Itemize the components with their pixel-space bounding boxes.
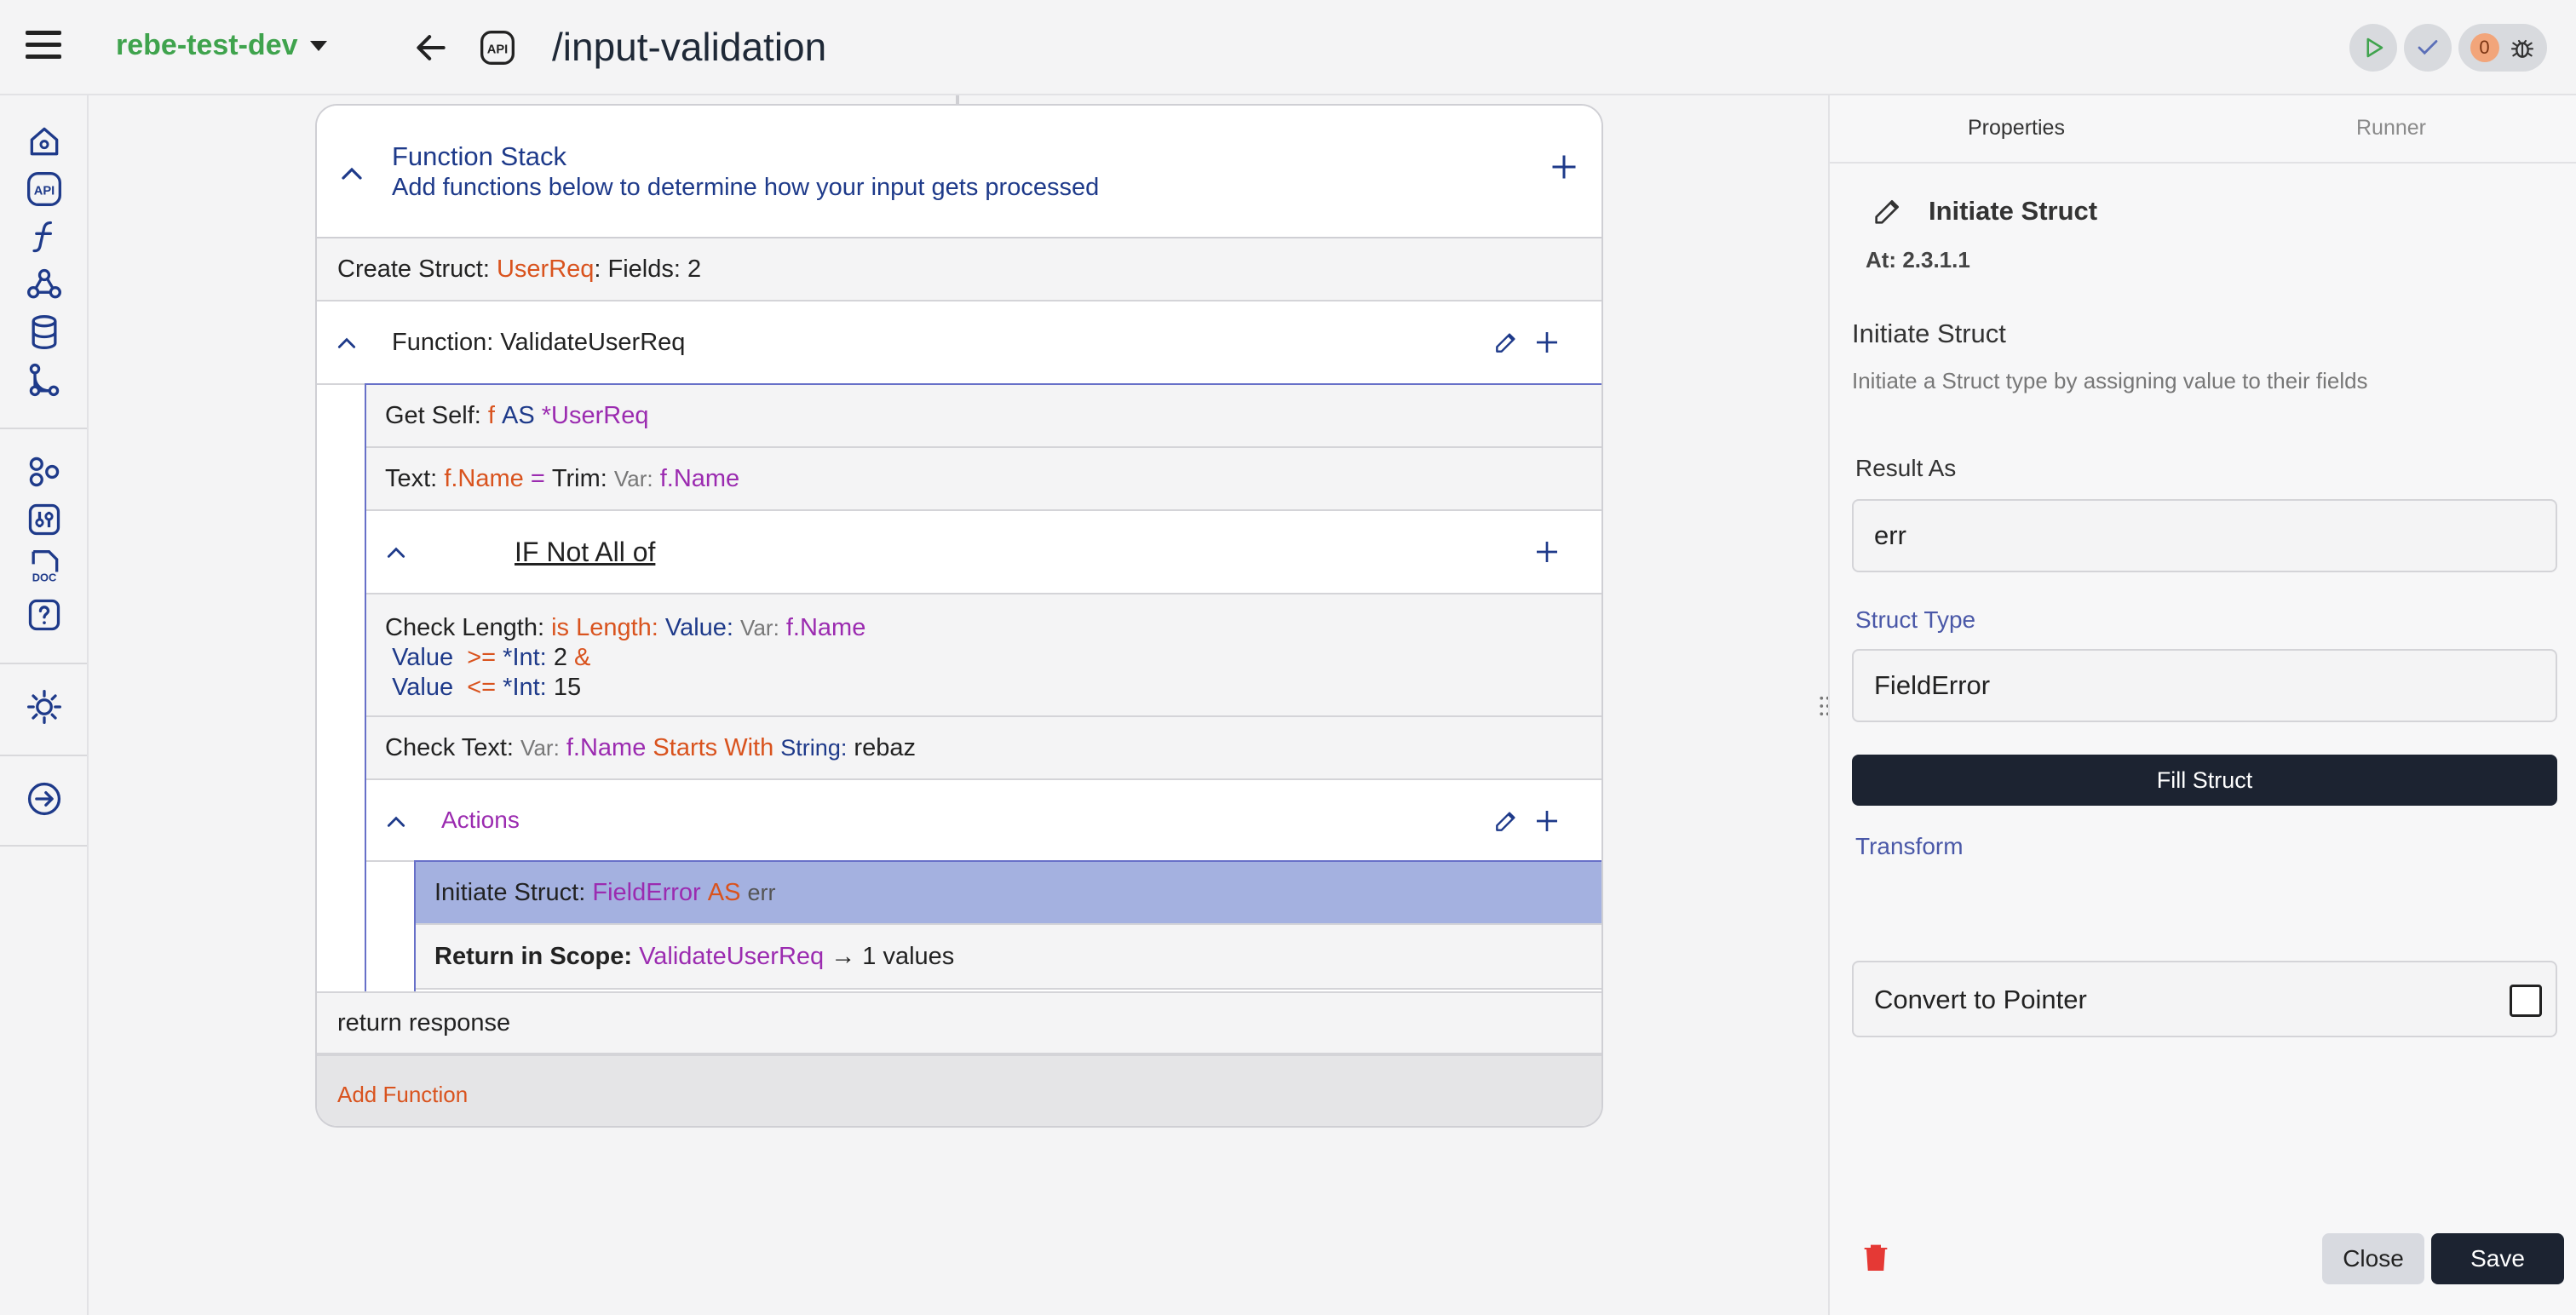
svg-text:API: API [487, 43, 508, 56]
chevron-up-icon[interactable] [385, 814, 407, 830]
add-function-link[interactable]: Add Function [337, 1082, 468, 1108]
pencil-icon[interactable] [1871, 194, 1905, 228]
actions-label: Actions [441, 807, 520, 833]
plus-icon[interactable] [1533, 807, 1561, 835]
plus-icon[interactable] [1533, 538, 1561, 566]
struct-type-input[interactable]: FieldError [1852, 649, 2557, 722]
check-icon [2418, 40, 2438, 55]
logout-icon[interactable] [24, 778, 65, 819]
properties-panel: Properties Runner Initiate Struct At: 2.… [1828, 95, 2576, 1315]
function-stack: Function Stack Add functions below to de… [315, 104, 1603, 1128]
api-icon[interactable]: API [24, 169, 65, 210]
chevron-down-icon [309, 40, 327, 51]
left-rail: API DOC [0, 95, 89, 1315]
webhook-icon[interactable] [24, 264, 65, 305]
fill-struct-button[interactable]: Fill Struct [1852, 755, 2557, 806]
rail-divider [0, 755, 87, 756]
save-button[interactable]: Save [2431, 1233, 2564, 1284]
return-in-scope-row[interactable]: Return in Scope: ValidateUserReq → 1 val… [416, 925, 1601, 990]
top-actions: 0 [2349, 24, 2547, 72]
error-count-badge: 0 [2470, 33, 2499, 62]
svg-text:API: API [34, 184, 55, 198]
initiate-struct-row[interactable]: Initiate Struct: FieldError AS err [416, 862, 1601, 925]
pencil-icon[interactable] [1492, 329, 1520, 356]
run-button[interactable] [2349, 24, 2397, 72]
pencil-icon[interactable] [1492, 807, 1520, 835]
transform-label: Transform [1855, 833, 1964, 859]
plus-icon[interactable] [1533, 329, 1561, 356]
bug-icon [2510, 39, 2533, 58]
convert-to-pointer-checkbox[interactable] [2510, 985, 2542, 1017]
close-button[interactable]: Close [2322, 1233, 2424, 1284]
check-text-row[interactable]: Check Text: Var: f.Name Starts With Stri… [366, 717, 1601, 780]
top-bar: rebe-test-dev API /input-validation 0 [0, 0, 2576, 95]
panel-tabs: Properties Runner [1830, 95, 2576, 164]
home-icon[interactable] [24, 121, 65, 162]
rail-divider [0, 845, 87, 847]
result-as-label: Result As [1855, 455, 1957, 481]
function-stack-header: Function Stack Add functions below to de… [317, 106, 1601, 238]
hamburger-icon[interactable] [26, 31, 61, 65]
validate-button[interactable] [2404, 24, 2452, 72]
chevron-up-icon[interactable] [385, 545, 407, 560]
route-title: /input-validation [552, 25, 827, 69]
workspace-selector[interactable]: rebe-test-dev [116, 29, 327, 62]
panel-title: Initiate Struct [1929, 196, 2098, 226]
convert-to-pointer-label: Convert to Pointer [1874, 985, 2087, 1014]
svg-text:DOC: DOC [32, 571, 57, 584]
function-stack-subtitle: Add functions below to determine how you… [392, 174, 1100, 201]
get-self-row[interactable]: Get Self: f AS *UserReq [366, 385, 1601, 448]
rail-divider [0, 428, 87, 429]
tab-properties[interactable]: Properties [1968, 116, 2065, 141]
workspace-name: rebe-test-dev [116, 29, 298, 61]
if-block-label: IF Not All of [515, 536, 656, 567]
tools-icon[interactable] [24, 499, 65, 540]
git-branch-icon[interactable] [24, 359, 65, 400]
convert-to-pointer-option[interactable]: Convert to Pointer [1852, 961, 2557, 1037]
function-row[interactable]: Function: ValidateUserReq [317, 301, 1601, 385]
theme-icon[interactable] [24, 686, 65, 727]
if-block-row[interactable]: IF Not All of [366, 511, 1601, 594]
function-icon[interactable] [24, 216, 65, 257]
help-icon[interactable] [24, 594, 65, 635]
database-icon[interactable] [24, 312, 65, 353]
rail-divider [0, 663, 87, 664]
doc-icon[interactable]: DOC [24, 547, 65, 588]
create-struct-row[interactable]: Create Struct: UserReq: Fields: 2 [317, 238, 1601, 301]
struct-type-label: Struct Type [1855, 606, 1976, 633]
debug-button[interactable]: 0 [2458, 24, 2547, 72]
actions-row[interactable]: Actions [366, 780, 1601, 862]
step-description: Initiate a Struct type by assigning valu… [1852, 368, 2368, 393]
plus-icon[interactable] [1549, 152, 1579, 182]
arrow-left-icon[interactable] [412, 29, 450, 66]
text-row[interactable]: Text: f.Name = Trim: Var: f.Name [366, 448, 1601, 511]
step-name: Initiate Struct [1852, 319, 2006, 348]
play-icon [2366, 37, 2383, 58]
chevron-up-icon[interactable] [336, 336, 358, 351]
check-length-row[interactable]: Check Length: is Length: Value: Var: f.N… [366, 594, 1601, 717]
result-as-input[interactable]: err [1852, 499, 2557, 572]
function-label: Function: ValidateUserReq [392, 328, 686, 356]
chevron-up-icon[interactable] [339, 165, 365, 182]
components-icon[interactable] [24, 451, 65, 492]
return-response-row[interactable]: return response [317, 991, 1601, 1054]
panel-position: At: 2.3.1.1 [1866, 247, 1970, 273]
api-icon: API [480, 31, 515, 65]
add-function-bar[interactable]: Add Function [317, 1054, 1601, 1126]
trash-icon[interactable] [1859, 1238, 1893, 1276]
tab-runner[interactable]: Runner [2356, 116, 2426, 141]
function-stack-title: Function Stack [392, 141, 567, 171]
